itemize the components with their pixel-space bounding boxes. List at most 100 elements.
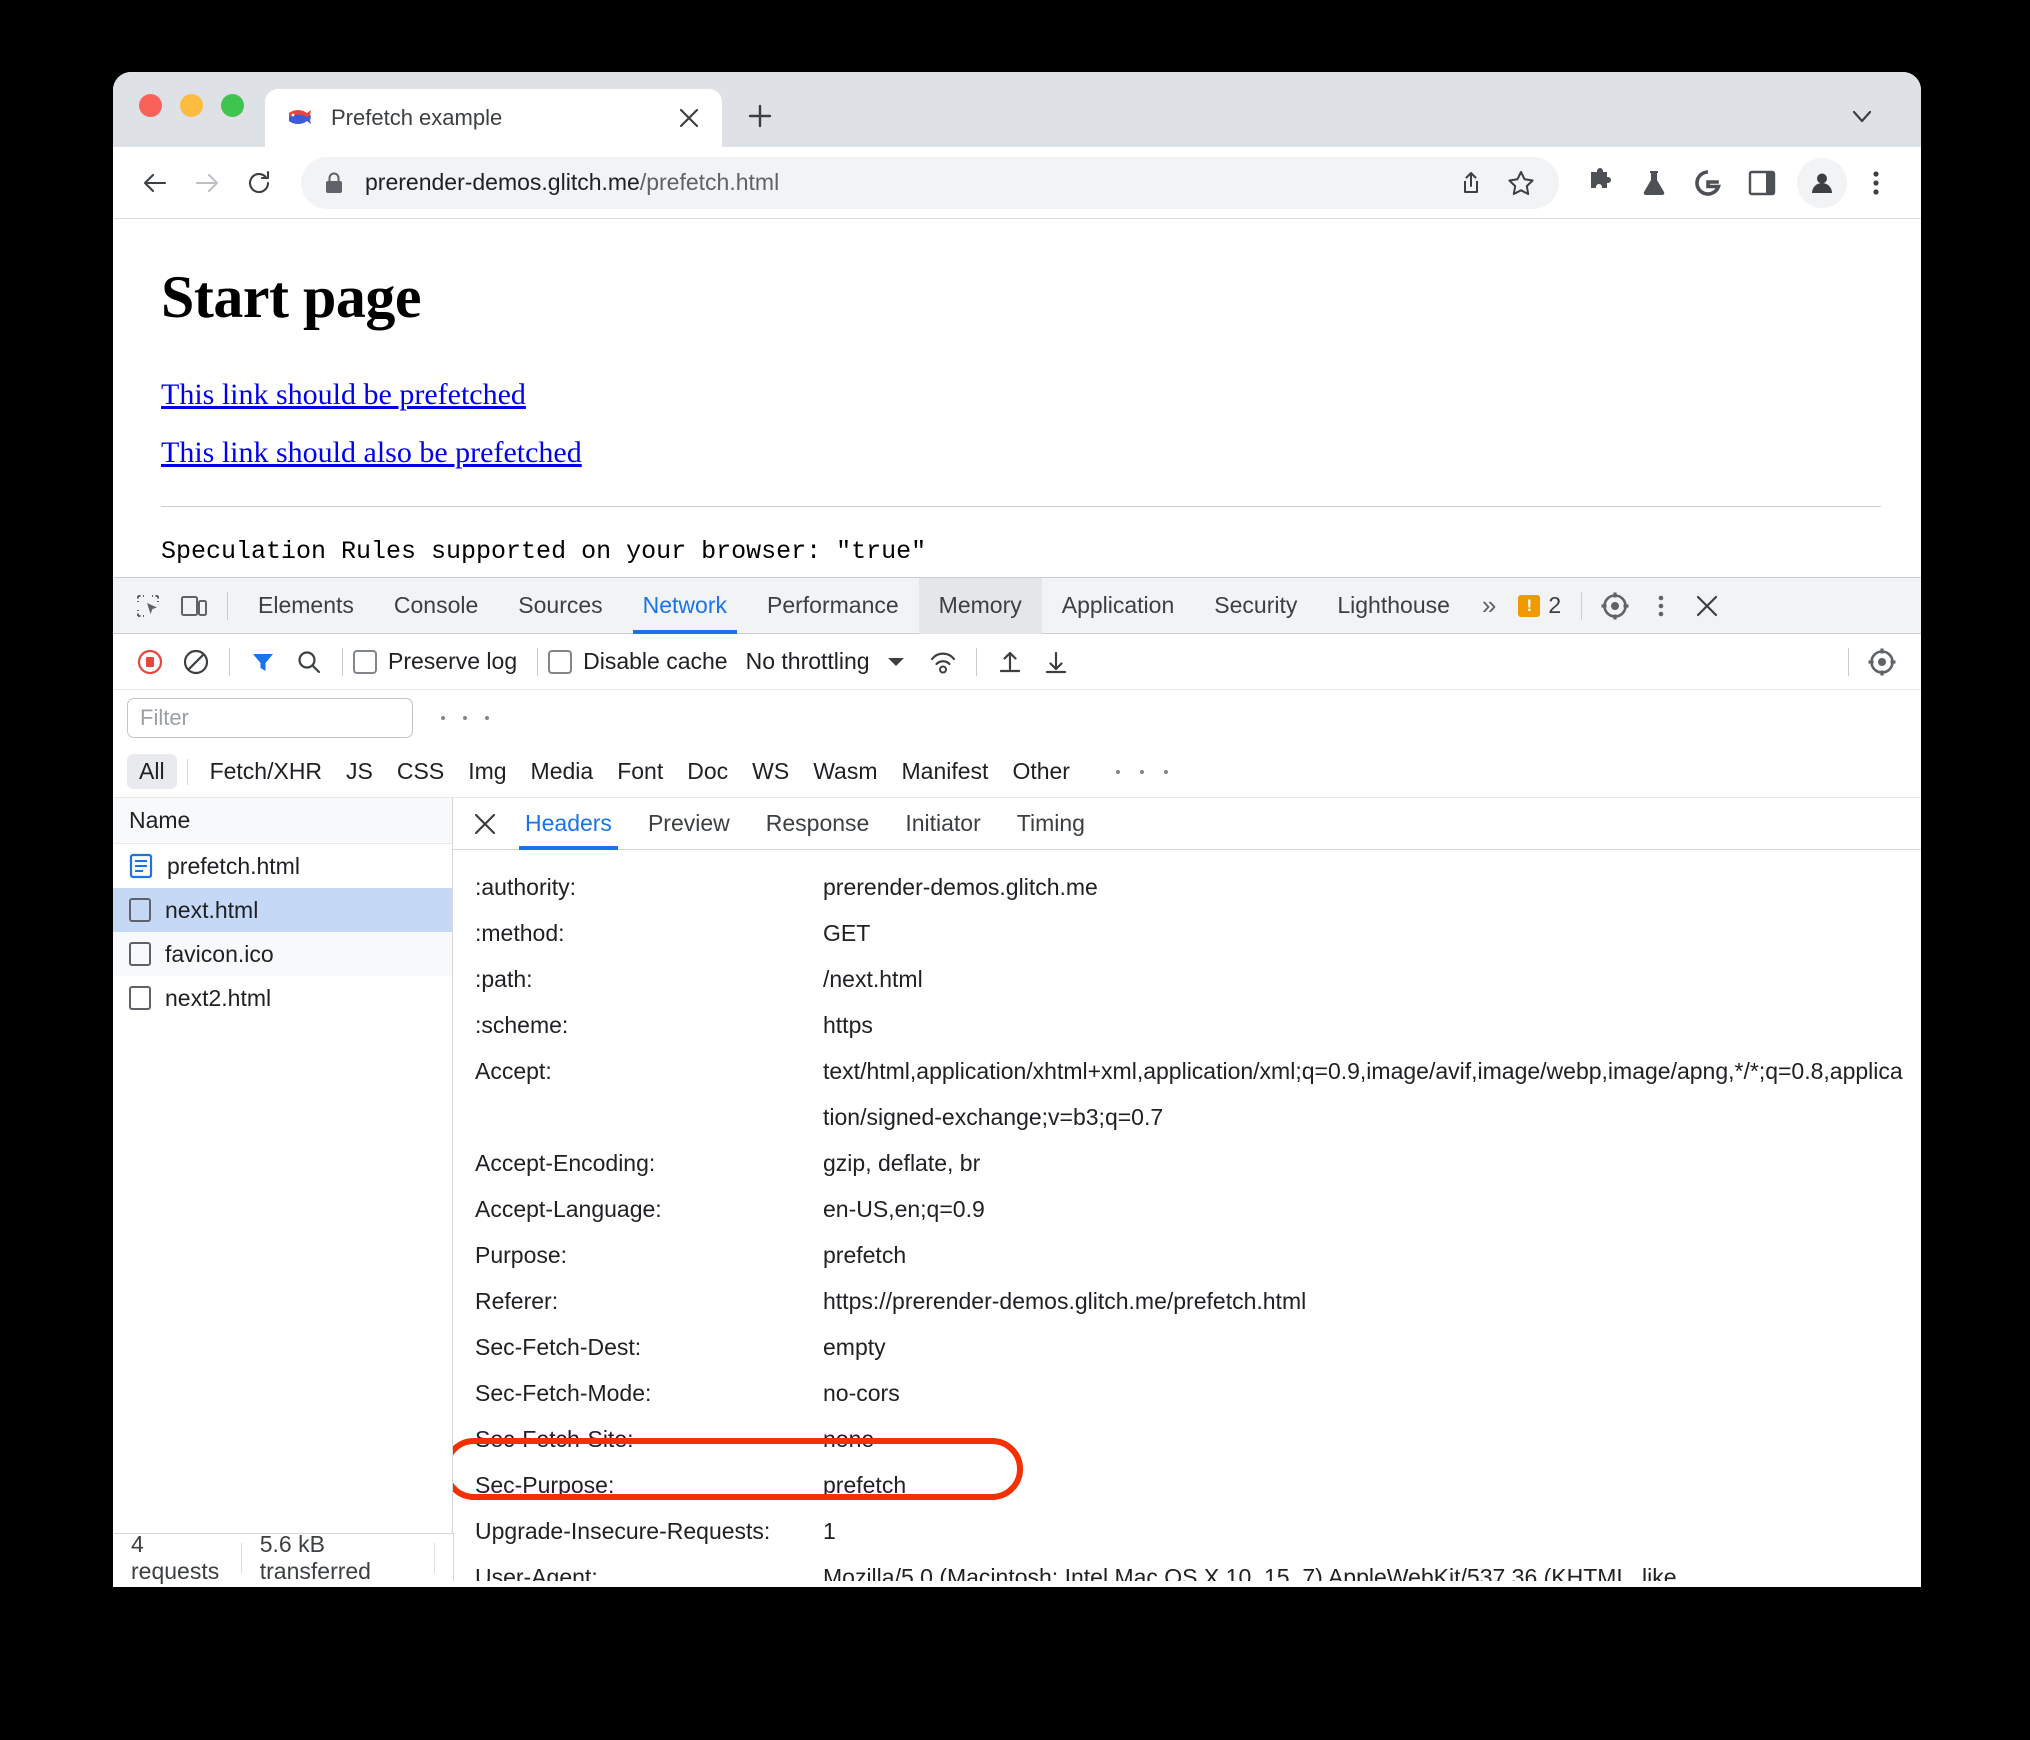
throttling-chevron-down-icon[interactable] xyxy=(886,655,906,669)
experiments-flask-icon[interactable] xyxy=(1629,158,1679,208)
header-value[interactable]: gzip, deflate, br xyxy=(823,1140,1907,1186)
type-chip-ws[interactable]: WS xyxy=(740,754,801,789)
devtools-tab-console[interactable]: Console xyxy=(374,578,498,634)
header-value[interactable]: https xyxy=(823,1002,1907,1048)
header-value[interactable]: https://prerender-demos.glitch.me/prefet… xyxy=(823,1278,1907,1324)
type-chip-fetch-xhr[interactable]: Fetch/XHR xyxy=(198,754,334,789)
hide-extension-urls-box[interactable] xyxy=(485,716,489,720)
invert-box[interactable] xyxy=(441,716,445,720)
third-party-requests-box[interactable] xyxy=(1163,769,1168,774)
type-chip-wasm[interactable]: Wasm xyxy=(801,754,889,789)
table-row[interactable]: next.html xyxy=(113,888,452,932)
filter-input[interactable] xyxy=(127,698,413,738)
gear-icon[interactable] xyxy=(1592,584,1638,628)
type-chip-font[interactable]: Font xyxy=(605,754,675,789)
clear-no-entry-icon[interactable] xyxy=(173,640,219,684)
header-value[interactable]: prefetch xyxy=(823,1232,1907,1278)
devtools-tab-application[interactable]: Application xyxy=(1042,578,1195,634)
warning-count: 2 xyxy=(1548,592,1562,618)
header-value[interactable]: empty xyxy=(823,1324,1907,1370)
devtools-tab-network[interactable]: Network xyxy=(623,578,747,634)
address-bar[interactable]: prerender-demos.glitch.me/prefetch.html xyxy=(301,156,1559,209)
detail-tab-headers[interactable]: Headers xyxy=(507,798,630,850)
header-value[interactable]: Mozilla/5.0 (Macintosh; Intel Mac OS X 1… xyxy=(823,1554,1907,1581)
type-chip-all[interactable]: All xyxy=(127,754,177,789)
device-toolbar-icon[interactable] xyxy=(171,584,217,628)
close-devtools-icon[interactable] xyxy=(1684,584,1730,628)
browser-tab[interactable]: Prefetch example xyxy=(265,89,722,147)
devtools-tab-memory[interactable]: Memory xyxy=(918,577,1042,634)
throttling-select-value[interactable]: No throttling xyxy=(746,648,870,675)
type-chip-img[interactable]: Img xyxy=(456,754,518,789)
record-stop-icon[interactable] xyxy=(127,640,173,684)
inspect-element-icon[interactable] xyxy=(125,584,171,628)
extensions-puzzle-icon[interactable] xyxy=(1575,158,1625,208)
type-chip-media[interactable]: Media xyxy=(519,754,606,789)
hide-data-urls-box[interactable] xyxy=(463,716,467,720)
header-value[interactable]: 1 xyxy=(823,1508,1907,1554)
blocked-requests-box[interactable] xyxy=(1139,769,1144,774)
network-conditions-icon[interactable] xyxy=(920,640,966,684)
devtools-tab-sources[interactable]: Sources xyxy=(498,578,622,634)
detail-tab-initiator[interactable]: Initiator xyxy=(887,798,998,850)
blocked-response-cookies-box[interactable] xyxy=(1115,769,1120,774)
close-tab-button[interactable] xyxy=(674,103,704,133)
devtools-tab-security[interactable]: Security xyxy=(1194,578,1317,634)
devtools-tab-elements[interactable]: Elements xyxy=(238,578,374,634)
preserve-log-checkbox[interactable]: Preserve log xyxy=(353,648,517,675)
filter-funnel-icon[interactable] xyxy=(240,640,286,684)
tab-search-chevron-down-icon[interactable] xyxy=(1845,99,1879,133)
close-detail-icon[interactable] xyxy=(463,802,507,846)
new-tab-button[interactable] xyxy=(739,95,781,137)
header-value[interactable]: prerender-demos.glitch.me xyxy=(823,864,1907,910)
side-panel-icon[interactable] xyxy=(1737,158,1787,208)
header-value[interactable]: no-cors xyxy=(823,1370,1907,1416)
table-row[interactable]: favicon.ico xyxy=(113,932,452,976)
prefetch-link-1[interactable]: This link should be prefetched xyxy=(161,378,526,412)
type-chip-css[interactable]: CSS xyxy=(385,754,456,789)
devtools-three-dot-menu-icon[interactable] xyxy=(1638,584,1684,628)
profile-avatar-icon[interactable] xyxy=(1797,157,1847,208)
header-value[interactable]: text/html,application/xhtml+xml,applicat… xyxy=(823,1048,1907,1140)
header-value[interactable]: GET xyxy=(823,910,1907,956)
import-har-icon[interactable] xyxy=(1033,640,1079,684)
bookmark-star-icon[interactable] xyxy=(1499,161,1543,205)
type-chip-manifest[interactable]: Manifest xyxy=(890,754,1001,789)
detail-tab-timing[interactable]: Timing xyxy=(999,798,1103,850)
lock-icon[interactable] xyxy=(323,171,347,195)
net-toolbar-divider-3 xyxy=(537,647,539,676)
type-chip-doc[interactable]: Doc xyxy=(675,754,740,789)
export-har-icon[interactable] xyxy=(987,640,1033,684)
close-window-button[interactable] xyxy=(139,94,162,117)
devtools-tab-performance[interactable]: Performance xyxy=(747,578,919,634)
more-tabs-chevron-icon[interactable]: » xyxy=(1470,590,1508,621)
maximize-window-button[interactable] xyxy=(221,94,244,117)
three-dot-menu-icon[interactable] xyxy=(1851,158,1901,208)
network-status-bar: 4 requests 5.6 kB transferred xyxy=(113,1531,454,1584)
disable-cache-box[interactable] xyxy=(548,649,573,674)
preserve-log-box[interactable] xyxy=(353,649,377,674)
share-icon[interactable] xyxy=(1449,161,1493,205)
detail-tab-preview[interactable]: Preview xyxy=(630,798,748,850)
warning-indicator[interactable]: ! 2 xyxy=(1508,592,1571,619)
minimize-window-button[interactable] xyxy=(180,94,203,117)
google-g-icon[interactable] xyxy=(1683,158,1733,208)
search-icon[interactable] xyxy=(286,640,332,684)
back-icon[interactable] xyxy=(129,157,181,209)
forward-icon[interactable] xyxy=(181,157,233,209)
table-row[interactable]: prefetch.html xyxy=(113,844,452,888)
header-value[interactable]: en-US,en;q=0.9 xyxy=(823,1186,1907,1232)
type-chip-other[interactable]: Other xyxy=(1000,754,1082,789)
request-list-header[interactable]: Name xyxy=(113,798,452,844)
detail-tab-response[interactable]: Response xyxy=(748,798,888,850)
disable-cache-checkbox[interactable]: Disable cache xyxy=(548,648,728,675)
table-row[interactable]: next2.html xyxy=(113,976,452,1020)
reload-icon[interactable] xyxy=(233,157,285,209)
type-chip-js[interactable]: JS xyxy=(334,754,385,789)
network-settings-gear-icon[interactable] xyxy=(1859,640,1905,684)
header-value[interactable]: /next.html xyxy=(823,956,1907,1002)
prefetch-link-2[interactable]: This link should also be prefetched xyxy=(161,436,582,470)
header-value[interactable]: none xyxy=(823,1416,1907,1462)
header-value[interactable]: prefetch xyxy=(823,1462,1907,1508)
devtools-tab-lighthouse[interactable]: Lighthouse xyxy=(1317,578,1470,634)
